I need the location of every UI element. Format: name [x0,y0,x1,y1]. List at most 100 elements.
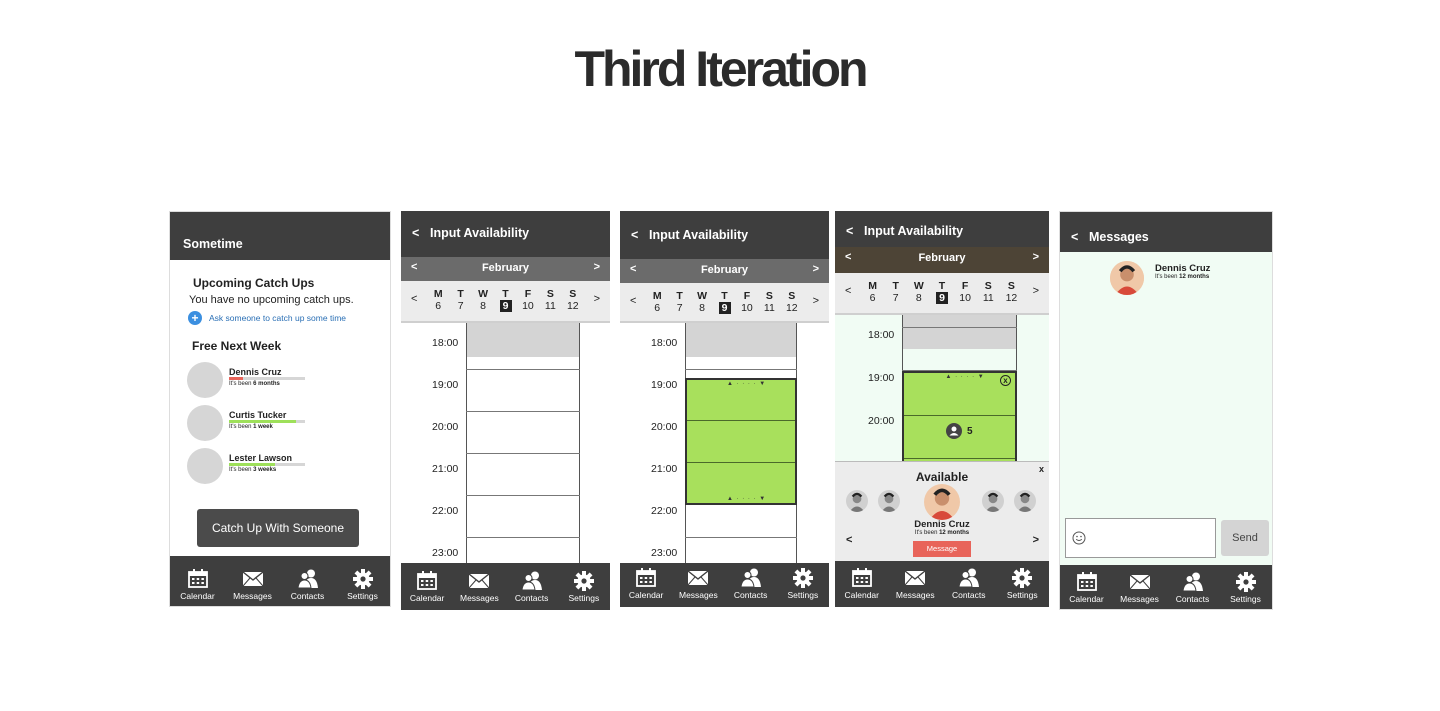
day-9[interactable]: T9 [495,288,517,312]
day-9[interactable]: T9 [931,280,953,304]
people-count[interactable]: 5 [946,423,973,439]
day-8[interactable]: W8 [472,288,494,312]
ask-link-label: Ask someone to catch up some time [209,313,347,323]
contact-name: Dennis Cruz [229,367,282,377]
back-button[interactable]: < [412,226,419,240]
prev-week-button[interactable]: < [411,293,417,305]
contact-row[interactable]: Curtis Tucker It's been 1 week [187,405,387,443]
person-avatar[interactable] [982,490,1004,512]
contact-progress-track [229,420,305,423]
tab-calendar[interactable]: Calendar [1060,565,1113,609]
day-11[interactable]: S 11 [758,290,780,314]
back-button[interactable]: < [846,224,853,238]
person-avatar[interactable] [1014,490,1036,512]
tab-calendar[interactable]: Calendar [170,556,225,606]
prev-week-button[interactable]: < [845,285,851,297]
next-month-button[interactable]: > [594,261,600,273]
back-button[interactable]: < [1071,230,1078,244]
day-7[interactable]: T7 [885,280,907,304]
tab-settings[interactable]: Settings [335,556,390,606]
close-panel-button[interactable]: x [1039,464,1044,474]
back-button[interactable]: < [631,228,638,242]
day-7[interactable]: T7 [669,290,691,314]
contact-progress-fill [229,420,296,423]
day-letter: S [1007,280,1015,292]
day-number: 8 [480,300,486,312]
tab-settings[interactable]: Settings [1219,565,1272,609]
message-button[interactable]: Message [913,541,971,557]
screen-title: Input Availability [430,226,530,240]
selected-person-avatar[interactable] [924,484,960,520]
day-8[interactable]: W8 [691,290,713,314]
tab-messages[interactable]: Messages [672,563,724,607]
ask-link[interactable]: + Ask someone to catch up some time [188,311,346,325]
tab-contacts[interactable]: Contacts [725,563,777,607]
tab-calendar[interactable]: Calendar [620,563,672,607]
tab-contacts[interactable]: Contacts [942,561,996,607]
week-row: < > M 6 T 7 W 8 T 9 F 10 S 11 S 12 [835,273,1049,315]
remove-block-button[interactable]: x [1000,375,1011,386]
day-11[interactable]: S 11 [539,288,561,312]
next-week-button[interactable]: > [1033,285,1039,297]
tab-label: Contacts [733,590,768,600]
day-12[interactable]: S 12 [562,288,584,312]
next-week-button[interactable]: > [813,295,819,307]
contact-row[interactable]: Dennis Cruz It's been 6 months [187,362,387,400]
available-block[interactable]: ▲ · · · · ▼ x 5 [902,371,1017,461]
day-8[interactable]: W8 [908,280,930,304]
calendar-icon [187,568,209,591]
unavailable-slot [686,323,796,357]
day-12[interactable]: S 12 [1000,280,1022,304]
day-10[interactable]: F 10 [517,288,539,312]
tab-messages[interactable]: Messages [1113,565,1166,609]
next-month-button[interactable]: > [1033,251,1039,263]
prev-person-button[interactable]: < [846,534,852,546]
day-6[interactable]: M6 [427,288,449,312]
day-11[interactable]: S 11 [977,280,999,304]
tab-settings[interactable]: Settings [996,561,1050,607]
tab-contacts[interactable]: Contacts [280,556,335,606]
tab-settings[interactable]: Settings [558,563,610,610]
day-9[interactable]: T9 [714,290,736,314]
slot-divider [466,369,580,370]
contact-avatar [187,405,223,441]
next-week-button[interactable]: > [594,293,600,305]
emoji-icon[interactable] [1072,531,1086,550]
tab-contacts[interactable]: Contacts [506,563,558,610]
time-label: 23:00 [432,547,459,559]
drag-handle-top[interactable]: ▲ · · · · ▼ [727,381,766,387]
person-avatar[interactable] [846,490,868,512]
slot-divider [687,462,795,463]
tab-contacts[interactable]: Contacts [1166,565,1219,609]
tab-settings[interactable]: Settings [777,563,829,607]
next-month-button[interactable]: > [813,263,819,275]
day-7[interactable]: T7 [450,288,472,312]
next-person-button[interactable]: > [1033,534,1039,546]
screen-availability-empty: < Input Availability < February > < > M 6 T 7… [401,211,610,610]
tab-messages[interactable]: Messages [225,556,280,606]
day-12[interactable]: S 12 [781,290,803,314]
tab-calendar[interactable]: Calendar [401,563,453,610]
day-10[interactable]: F 10 [736,290,758,314]
send-button[interactable]: Send [1221,520,1269,556]
time-label: 21:00 [432,463,459,475]
day-6[interactable]: M6 [646,290,668,314]
contact-since: It's been 3 weeks [229,467,277,473]
tab-messages[interactable]: Messages [453,563,505,610]
drag-handle-top[interactable]: ▲ · · · · ▼ [946,374,985,380]
header-bar: < Input Availability [835,211,1049,247]
drag-handle-bottom[interactable]: ▲ · · · · ▼ [727,496,766,502]
available-block[interactable]: ▲ · · · · ▼ ▲ · · · · ▼ [685,378,797,505]
day-number: 7 [892,292,899,304]
day-column[interactable] [466,323,580,563]
contact-row[interactable]: Lester Lawson It's been 3 weeks [187,448,387,486]
day-6[interactable]: M6 [862,280,884,304]
screen-available-people: < Input Availability < February > < > M 6 T 7… [835,211,1049,607]
person-avatar[interactable] [878,490,900,512]
catch-up-button[interactable]: Catch Up With Someone [197,509,359,547]
message-input[interactable] [1065,518,1216,558]
day-10[interactable]: F 10 [954,280,976,304]
tab-calendar[interactable]: Calendar [835,561,889,607]
prev-week-button[interactable]: < [630,295,636,307]
tab-messages[interactable]: Messages [889,561,943,607]
